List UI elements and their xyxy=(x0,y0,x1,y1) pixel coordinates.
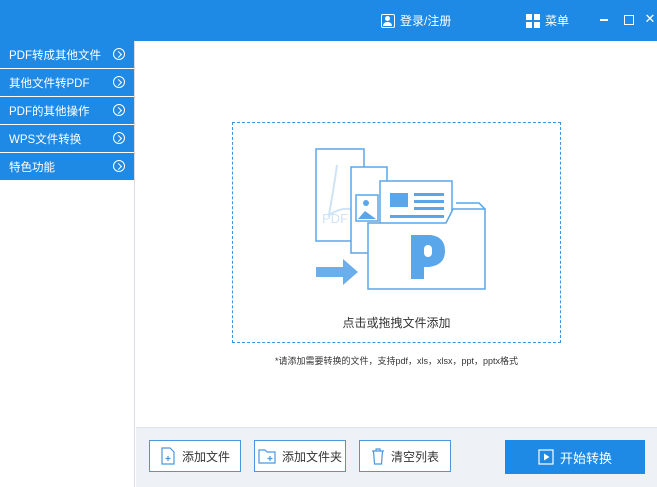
menu-button[interactable]: 菜单 xyxy=(526,12,569,29)
drop-zone-text: 点击或拖拽文件添加 xyxy=(342,316,451,330)
add-file-icon xyxy=(161,447,175,465)
title-bar: 登录/注册 菜单 ✕ xyxy=(0,0,657,41)
maximize-button[interactable] xyxy=(620,11,636,27)
user-icon xyxy=(381,13,395,28)
start-convert-button[interactable]: 开始转换 xyxy=(505,440,645,474)
file-drop-zone[interactable]: PDF 点击或拖拽文件添加 xyxy=(232,122,561,343)
sidebar-item-special-features[interactable]: 特色功能 xyxy=(0,153,134,180)
chevron-right-icon xyxy=(113,76,125,88)
add-folder-icon xyxy=(258,449,276,464)
start-convert-label: 开始转换 xyxy=(559,450,612,466)
sidebar-item-label: PDF转成其他文件 xyxy=(9,49,101,62)
add-file-label: 添加文件 xyxy=(181,449,230,464)
chevron-right-icon xyxy=(113,132,125,144)
clear-list-button[interactable]: 清空列表 xyxy=(359,440,451,472)
sidebar-item-pdf-to-other[interactable]: PDF转成其他文件 xyxy=(0,41,134,68)
add-folder-label: 添加文件夹 xyxy=(281,449,342,464)
login-register-label: 登录/注册 xyxy=(400,14,452,28)
play-icon xyxy=(538,449,554,465)
sidebar-item-label: PDF的其他操作 xyxy=(9,105,90,118)
sidebar-item-pdf-other-ops[interactable]: PDF的其他操作 xyxy=(0,97,134,124)
file-import-illustration: PDF xyxy=(315,148,486,290)
sidebar-item-wps-convert[interactable]: WPS文件转换 xyxy=(0,125,134,152)
sidebar-item-label: 其他文件转PDF xyxy=(9,77,90,90)
chevron-right-icon xyxy=(113,48,125,60)
add-file-button[interactable]: 添加文件 xyxy=(149,440,241,472)
chevron-right-icon xyxy=(113,104,125,116)
supported-formats-hint: *请添加需要转换的文件，支持pdf，xls，xlsx，ppt，pptx格式 xyxy=(274,356,519,366)
menu-grid-icon xyxy=(526,13,540,28)
clear-list-label: 清空列表 xyxy=(390,449,439,464)
menu-label: 菜单 xyxy=(545,14,570,28)
sidebar-item-other-to-pdf[interactable]: 其他文件转PDF xyxy=(0,69,134,96)
trash-icon xyxy=(371,448,384,465)
sidebar-item-label: 特色功能 xyxy=(9,161,55,174)
chevron-right-icon xyxy=(113,160,125,172)
minimize-button[interactable] xyxy=(596,11,612,27)
add-folder-button[interactable]: 添加文件夹 xyxy=(254,440,346,472)
sidebar: PDF转成其他文件 其他文件转PDF PDF的其他操作 WPS文件转换 特色功能 xyxy=(0,41,135,487)
close-button[interactable]: ✕ xyxy=(642,11,657,27)
login-register-button[interactable]: 登录/注册 xyxy=(381,12,451,29)
sidebar-item-label: WPS文件转换 xyxy=(9,133,82,146)
pdf-doc-label: PDF xyxy=(322,211,348,226)
